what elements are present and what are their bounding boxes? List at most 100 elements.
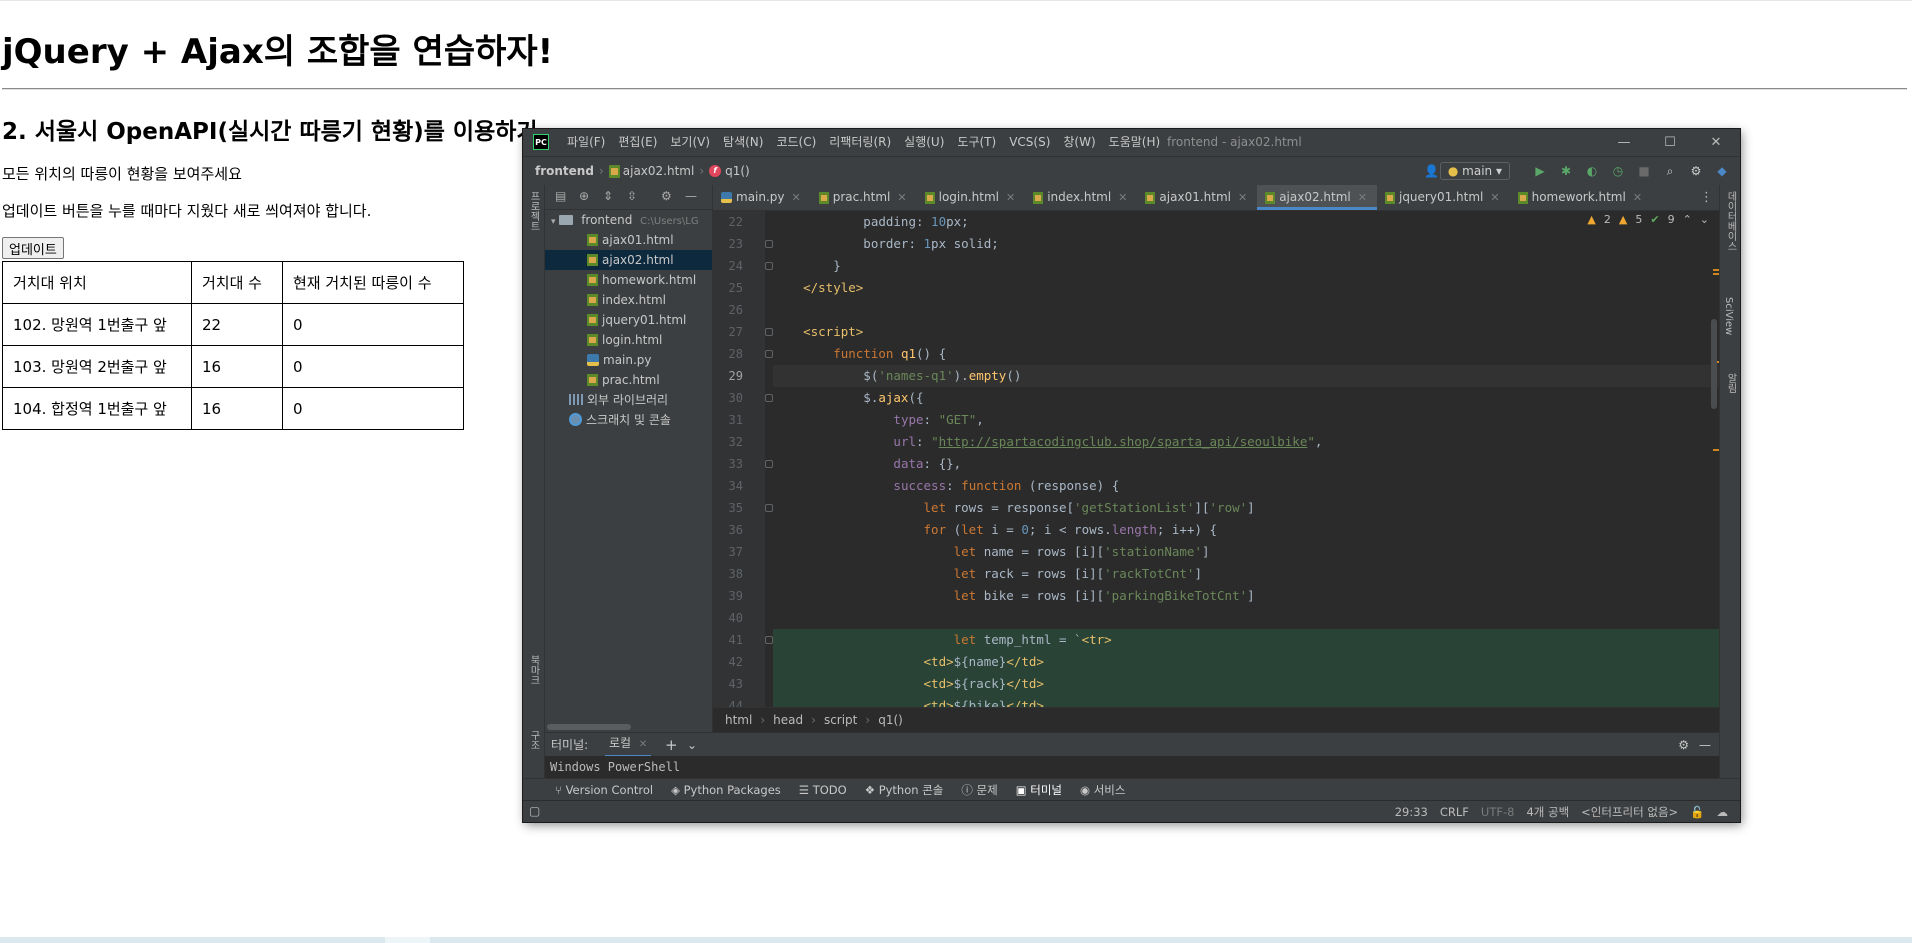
gear-icon[interactable]: ⚙ (1678, 733, 1689, 757)
bookmarks-tool-button[interactable]: 북마크 (526, 655, 541, 685)
minimize-icon[interactable]: — (1601, 129, 1647, 156)
inspection-widget[interactable]: ▲ 2 ▲ 5 ✔ 9 ⌃ ⌄ (1587, 213, 1709, 226)
hide-icon[interactable]: — (685, 189, 697, 203)
menu-view[interactable]: 보기(V) (670, 129, 710, 156)
tree-external-libraries[interactable]: 외부 라이브러리 (545, 390, 712, 410)
indent-setting[interactable]: 4개 공백 (1526, 801, 1569, 822)
tree-file[interactable]: homework.html (545, 270, 712, 290)
more-tabs-icon[interactable]: ⋮ (1700, 185, 1713, 210)
close-icon[interactable]: ✕ (639, 739, 647, 750)
profile-icon[interactable]: ◷ (1610, 163, 1626, 179)
tree-file[interactable]: index.html (545, 290, 712, 310)
notifications-tool-button[interactable]: 알림 (1723, 373, 1738, 393)
nav-file[interactable]: ajax02.html (623, 164, 695, 178)
menu-code[interactable]: 코드(C) (776, 129, 816, 156)
nav-project[interactable]: frontend (535, 164, 594, 178)
branch-selector[interactable]: ● main ▾ (1439, 162, 1510, 180)
fold-marker-icon[interactable] (765, 394, 773, 402)
terminal-tab-local[interactable]: 로컬 ✕ (605, 733, 652, 757)
crumb-script[interactable]: script (824, 708, 857, 731)
code-editor[interactable]: 22 23 24 25 26 27 28 29 30 31 32 33 34 3… (713, 211, 1719, 707)
tab-main-py[interactable]: main.py ✕ (713, 185, 811, 210)
notification-icon[interactable]: ☁ (1717, 801, 1729, 822)
tree-file-selected[interactable]: ajax02.html (545, 250, 712, 270)
close-icon[interactable]: ✕ (1633, 185, 1642, 210)
chevron-down-icon[interactable]: ⌄ (687, 733, 697, 757)
fold-marker-icon[interactable] (765, 350, 773, 358)
tree-root[interactable]: ▾ frontend C:\Users\LG (545, 210, 712, 230)
layout-icon[interactable]: ▤ (555, 189, 566, 203)
tree-scratches[interactable]: 스크래치 및 콘솔 (545, 410, 712, 430)
menu-window[interactable]: 창(W) (1063, 129, 1095, 156)
tab-ajax02-html[interactable]: ajax02.html ✕ (1257, 185, 1377, 210)
chevron-up-icon[interactable]: ⌃ (1683, 213, 1692, 226)
update-icon[interactable]: ◆ (1714, 163, 1730, 179)
close-icon[interactable]: ✕ (792, 185, 801, 210)
nav-function[interactable]: q1() (725, 164, 750, 178)
terminal-content[interactable]: Windows PowerShell (545, 756, 1719, 778)
expand-icon[interactable]: ⇕ (603, 189, 613, 203)
tool-problems[interactable]: ⓘ 문제 (961, 782, 997, 798)
gear-icon[interactable]: ⚙ (661, 189, 672, 203)
fold-marker-icon[interactable] (765, 328, 773, 336)
ide-window[interactable]: PC 파일(F) 편집(E) 보기(V) 탐색(N) 코드(C) 리팩터링(R)… (523, 129, 1740, 822)
tab-jquery01-html[interactable]: jquery01.html ✕ (1377, 185, 1510, 210)
menu-navigate[interactable]: 탐색(N) (723, 129, 763, 156)
search-icon[interactable]: ⌕ (1662, 163, 1678, 179)
close-icon[interactable]: ✕ (1006, 185, 1015, 210)
collapse-icon[interactable]: ⇳ (627, 189, 637, 203)
close-icon[interactable]: ✕ (1118, 185, 1127, 210)
vertical-scrollbar[interactable] (1711, 319, 1717, 409)
maximize-icon[interactable]: ☐ (1647, 129, 1693, 156)
lock-icon[interactable]: 🔓 (1690, 801, 1704, 822)
structure-tool-button[interactable]: 구조 (526, 730, 541, 750)
fold-marker-icon[interactable] (765, 636, 773, 644)
tab-index-html[interactable]: index.html ✕ (1025, 185, 1137, 210)
file-encoding[interactable]: UTF-8 (1481, 801, 1515, 822)
run-icon[interactable]: ▶ (1532, 163, 1548, 179)
tree-file[interactable]: ajax01.html (545, 230, 712, 250)
crumb-html[interactable]: html (725, 708, 752, 731)
tool-todo[interactable]: ☰ TODO (799, 783, 847, 797)
caret-position[interactable]: 29:33 (1395, 801, 1428, 822)
menu-refactor[interactable]: 리팩터링(R) (829, 129, 891, 156)
tool-services[interactable]: ◉ 서비스 (1080, 782, 1125, 798)
close-icon[interactable]: ✕ (1693, 129, 1739, 156)
debug-icon[interactable]: ✱ (1558, 163, 1574, 179)
menu-file[interactable]: 파일(F) (567, 129, 605, 156)
tool-python-packages[interactable]: ◈ Python Packages (671, 783, 781, 797)
line-separator[interactable]: CRLF (1440, 801, 1469, 822)
fold-marker-icon[interactable] (765, 240, 773, 248)
user-icon[interactable]: 👤 (1424, 163, 1440, 179)
fold-marker-icon[interactable] (765, 460, 773, 468)
tool-version-control[interactable]: ⑂ Version Control (555, 783, 653, 797)
menu-tools[interactable]: 도구(T) (957, 129, 996, 156)
menu-help[interactable]: 도움말(H) (1109, 129, 1161, 156)
horizontal-scrollbar[interactable] (547, 724, 631, 730)
update-button[interactable]: 업데이트 (2, 237, 64, 259)
close-icon[interactable]: ✕ (1238, 185, 1247, 210)
tab-ajax01-html[interactable]: ajax01.html ✕ (1137, 185, 1257, 210)
tool-python-console[interactable]: ❖ Python 콘솔 (865, 782, 944, 798)
tab-homework-html[interactable]: homework.html ✕ (1510, 185, 1652, 210)
menu-vcs[interactable]: VCS(S) (1009, 129, 1050, 156)
tree-file[interactable]: prac.html (545, 370, 712, 390)
tool-terminal[interactable]: ▣ 터미널 (1016, 782, 1062, 798)
fold-marker-icon[interactable] (765, 262, 773, 270)
coverage-icon[interactable]: ◐ (1584, 163, 1600, 179)
close-icon[interactable]: ✕ (897, 185, 906, 210)
interpreter[interactable]: <인터프리터 없음> (1581, 801, 1678, 822)
chevron-down-icon[interactable]: ⌄ (1700, 213, 1709, 226)
tree-file[interactable]: login.html (545, 330, 712, 350)
close-icon[interactable]: ✕ (1358, 185, 1367, 210)
crumb-head[interactable]: head (773, 708, 803, 731)
tree-file[interactable]: main.py (545, 350, 712, 370)
locate-icon[interactable]: ⊕ (579, 189, 589, 203)
crumb-function[interactable]: q1() (878, 708, 903, 731)
tab-prac-html[interactable]: prac.html ✕ (811, 185, 917, 210)
fold-marker-icon[interactable] (765, 504, 773, 512)
sciview-tool-button[interactable]: SciView (1723, 297, 1734, 335)
stop-icon[interactable]: ■ (1636, 163, 1652, 179)
gear-icon[interactable]: ⚙ (1688, 163, 1704, 179)
menu-run[interactable]: 실행(U) (904, 129, 944, 156)
